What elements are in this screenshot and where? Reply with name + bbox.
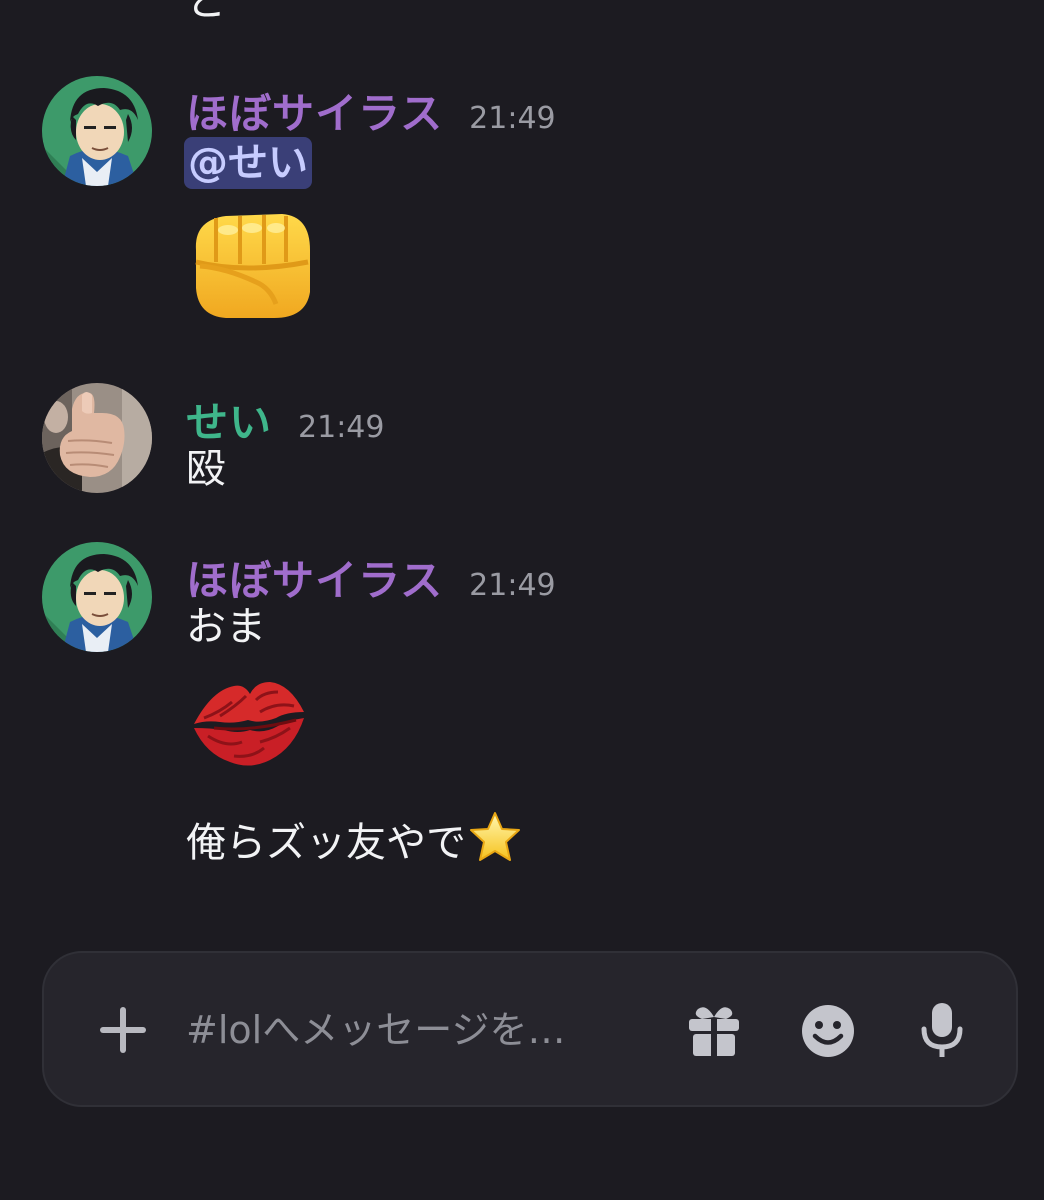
- avatar-image: [42, 76, 152, 186]
- message-list[interactable]: と ほぼサイラス 21:49 @せい せい 21:49 殴 ほぼサイラス 21:…: [0, 0, 1044, 940]
- star-emoji[interactable]: [468, 810, 522, 876]
- message-input[interactable]: #lolへメッセージを…: [186, 1003, 565, 1057]
- username[interactable]: ほぼサイラス: [186, 80, 443, 141]
- avatar[interactable]: [42, 542, 152, 652]
- username[interactable]: ほぼサイラス: [186, 547, 443, 608]
- attach-button[interactable]: [94, 1001, 152, 1059]
- message-text: おま: [186, 604, 266, 650]
- gift-icon: [689, 1007, 739, 1056]
- avatar[interactable]: [42, 383, 152, 493]
- kiss-mark-icon: [194, 682, 304, 766]
- gift-button[interactable]: [684, 1001, 744, 1061]
- message-text: 殴: [186, 446, 226, 492]
- message-text: 俺らズッ友やで: [186, 810, 522, 876]
- kiss-mark-emoji[interactable]: [190, 672, 308, 776]
- timestamp: 21:49: [469, 568, 556, 603]
- smiley-icon: [802, 1005, 854, 1057]
- voice-button[interactable]: [914, 999, 970, 1063]
- timestamp: 21:49: [298, 410, 385, 445]
- message-header: せい 21:49: [186, 389, 385, 447]
- emoji-button[interactable]: [798, 1001, 858, 1061]
- message-header: ほぼサイラス 21:49: [186, 80, 556, 138]
- message-text: と: [186, 0, 226, 25]
- username[interactable]: せい: [186, 389, 272, 450]
- oncoming-fist-icon: [195, 214, 310, 318]
- plus-icon: [100, 1007, 146, 1053]
- star-icon: [470, 812, 520, 861]
- avatar-image: [42, 542, 152, 652]
- microphone-icon: [921, 1003, 963, 1057]
- oncoming-fist-emoji[interactable]: [186, 206, 316, 326]
- user-mention[interactable]: @せい: [184, 137, 312, 189]
- message-header: ほぼサイラス 21:49: [186, 547, 556, 605]
- avatar[interactable]: [42, 76, 152, 186]
- message-text-content: 俺らズッ友やで: [186, 820, 466, 866]
- avatar-image: [42, 383, 152, 493]
- message-composer: #lolへメッセージを…: [42, 951, 1018, 1107]
- timestamp: 21:49: [469, 101, 556, 136]
